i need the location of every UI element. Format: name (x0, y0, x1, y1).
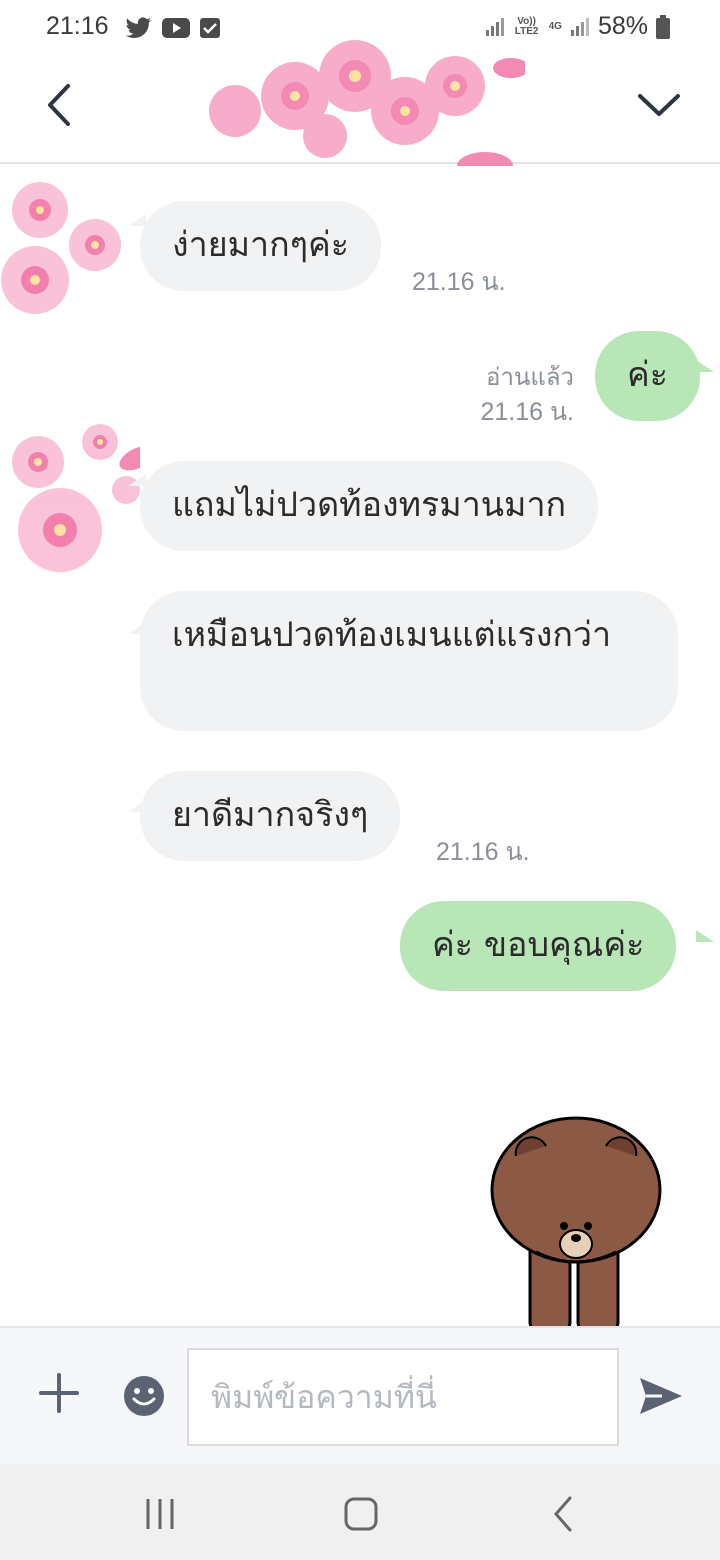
sender-avatar[interactable] (0, 420, 140, 580)
outgoing-message[interactable]: ค่ะ (595, 331, 701, 421)
incoming-message[interactable]: ยาดีมากจริงๆ (140, 771, 401, 861)
recent-apps-icon[interactable] (140, 1494, 180, 1534)
incoming-message[interactable]: แถมไม่ปวดท้องทรมานมาก (140, 461, 599, 551)
outgoing-message[interactable]: ค่ะ ขอบคุณค่ะ (400, 901, 677, 991)
message-text: ยาดีมากจริงๆ (172, 795, 369, 835)
incoming-message[interactable]: เหมือนปวดท้องเมนแต่แรงกว่า (140, 591, 678, 731)
twitter-icon (126, 17, 151, 39)
signal-icon-2 (570, 17, 589, 36)
cherry-blossom-decoration (209, 40, 525, 166)
home-icon[interactable] (341, 1494, 381, 1534)
read-receipt: อ่านแล้ว (486, 363, 574, 391)
message-time: 21.16 น. (412, 268, 506, 296)
brown-bear-sticker[interactable] (486, 1112, 666, 1326)
emoji-icon[interactable] (122, 1374, 166, 1418)
youtube-icon (162, 18, 190, 38)
bubble-tail (696, 360, 714, 372)
message-text: ง่ายมากๆค่ะ (172, 225, 349, 265)
send-icon[interactable] (638, 1374, 684, 1418)
bubble-tail (128, 474, 146, 486)
incoming-message[interactable]: ง่ายมากๆค่ะ (140, 201, 381, 291)
message-text: แถมไม่ปวดท้องทรมานมาก (172, 485, 567, 525)
message-time: 21.16 น. (436, 838, 530, 866)
battery-icon (656, 14, 670, 39)
system-navigation-bar (0, 1464, 720, 1560)
sender-avatar[interactable] (0, 170, 140, 330)
bubble-tail (128, 214, 146, 226)
chat-header (0, 40, 720, 166)
battery-percent: 58% (597, 12, 648, 40)
chevron-down-icon[interactable] (634, 80, 684, 130)
message-time: 21.16 น. (480, 398, 574, 426)
message-input[interactable] (187, 1348, 619, 1446)
bubble-tail (696, 930, 714, 942)
message-text: ค่ะ ขอบคุณค่ะ (432, 925, 645, 965)
status-time: 21:16 (46, 12, 109, 40)
network-4g-label: 4G (548, 20, 562, 32)
message-text: ค่ะ (627, 355, 669, 395)
back-nav-icon[interactable] (544, 1494, 584, 1534)
plus-icon[interactable] (38, 1372, 80, 1414)
message-input-bar (0, 1326, 720, 1464)
message-text: เหมือนปวดท้องเมนแต่แรงกว่า (172, 615, 612, 655)
chevron-left-icon[interactable] (36, 80, 86, 130)
